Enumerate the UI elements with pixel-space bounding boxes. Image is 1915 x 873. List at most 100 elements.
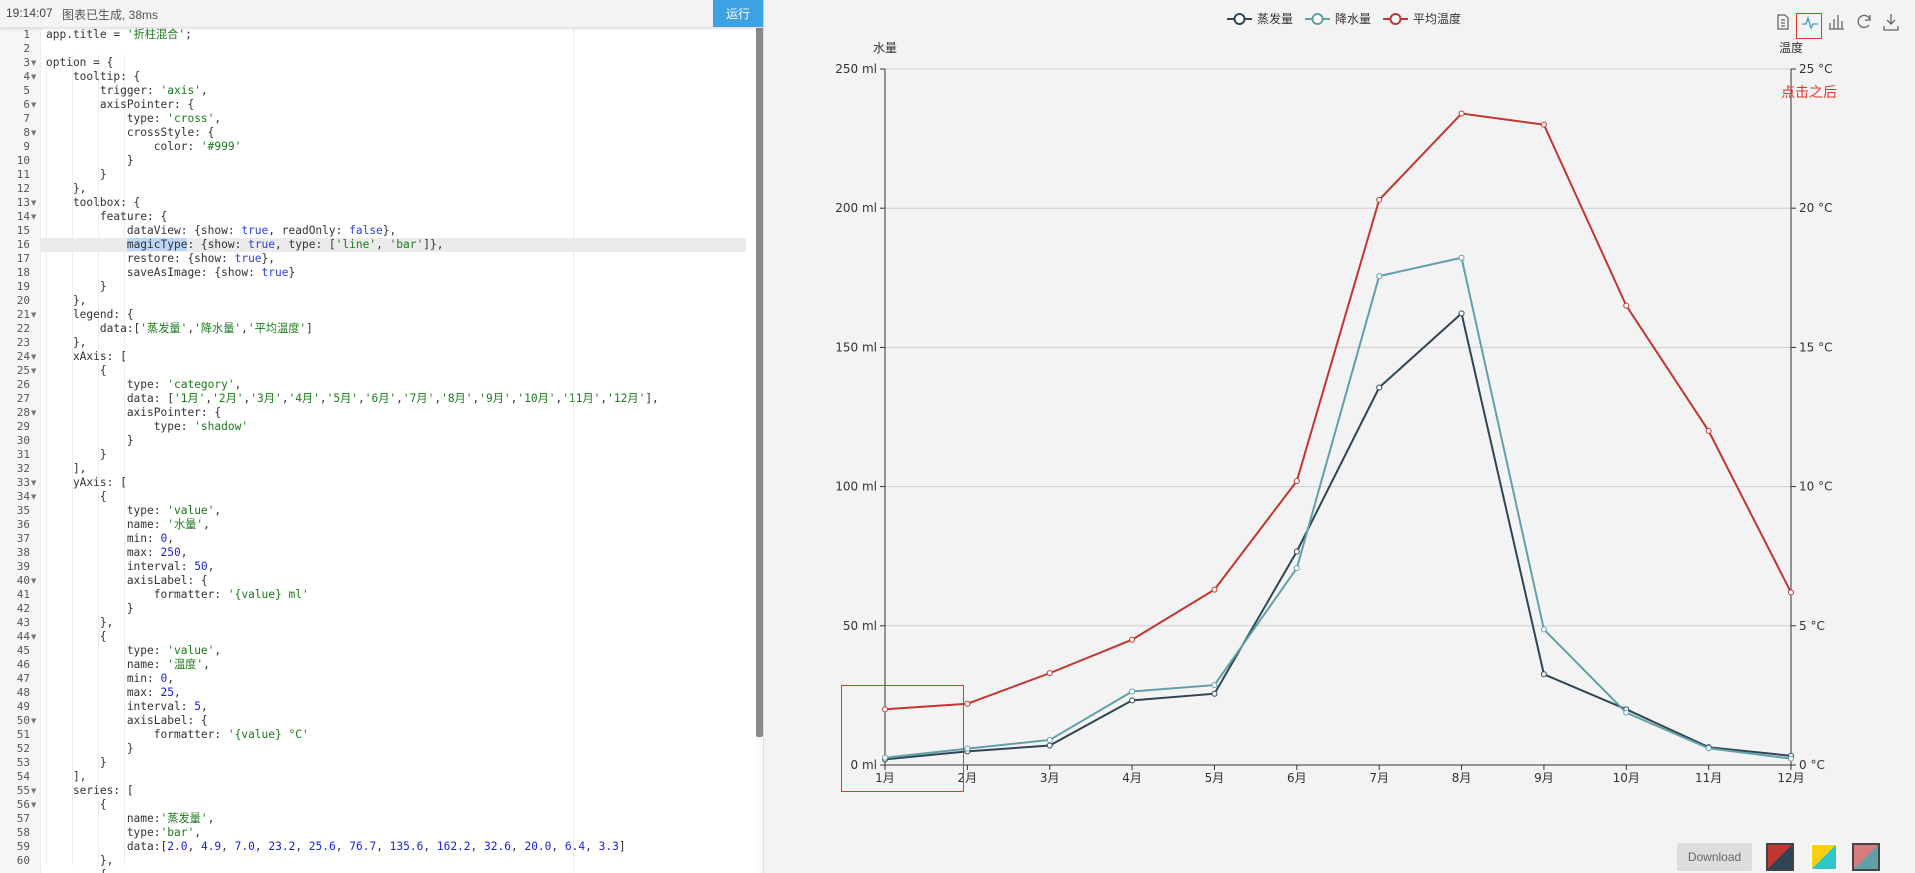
code-line: },	[46, 294, 87, 307]
magic-bar-icon[interactable]	[1829, 15, 1844, 30]
fold-toggle-icon[interactable]: ▼	[31, 574, 39, 588]
line-number: 17	[16, 252, 30, 265]
line-number: 45	[16, 644, 30, 657]
code-line: max: 250,	[46, 546, 188, 559]
save-as-image-icon[interactable]	[1883, 14, 1899, 31]
series-point[interactable]	[1129, 636, 1136, 643]
series-point[interactable]	[1211, 682, 1218, 689]
fold-toggle-icon[interactable]: ▼	[31, 364, 39, 378]
fold-toggle-icon[interactable]: ▼	[31, 126, 39, 140]
code-line: type: 'cross',	[46, 112, 222, 125]
line-number: 19	[16, 280, 30, 293]
legend-marker-icon[interactable]	[1311, 13, 1324, 25]
status-bar: 19:14:07 图表已生成, 38ms 运行	[0, 0, 763, 28]
fold-toggle-icon[interactable]: ▼	[31, 714, 39, 728]
fold-toggle-icon[interactable]: ▼	[31, 784, 39, 798]
series-point[interactable]	[1129, 697, 1136, 704]
line-number: 49	[16, 700, 30, 713]
series-point[interactable]	[1540, 671, 1547, 678]
legend-item-3: 平均温度	[1413, 11, 1461, 26]
x-tick-label: 6月	[1287, 771, 1307, 785]
series-point[interactable]	[1293, 565, 1300, 572]
line-number: 25	[16, 364, 30, 377]
series-point[interactable]	[1046, 670, 1053, 677]
fold-toggle-icon[interactable]: ▼	[31, 798, 39, 812]
series-point[interactable]	[1458, 254, 1465, 261]
x-tick-label: 9月	[1534, 771, 1554, 785]
code-line: }	[46, 434, 134, 447]
line-number: 41	[16, 588, 30, 601]
series-point[interactable]	[1623, 709, 1630, 716]
series-point[interactable]	[1211, 690, 1218, 697]
code-line: axisLabel: {	[46, 714, 208, 727]
line-number: 5	[23, 84, 30, 97]
line-number: 35	[16, 504, 30, 517]
x-tick-label: 4月	[1122, 771, 1142, 785]
series-point[interactable]	[1376, 273, 1383, 280]
x-tick-label: 8月	[1452, 771, 1472, 785]
fold-toggle-icon[interactable]: ▼	[31, 350, 39, 364]
code-line: color: '#999'	[46, 140, 242, 153]
after-click-annotation: 点击之后	[1781, 85, 1837, 101]
line-number: 33	[16, 476, 30, 489]
series-point[interactable]	[1046, 742, 1053, 749]
series-point[interactable]	[1623, 302, 1630, 309]
series-point[interactable]	[1376, 196, 1383, 203]
theme-swatch-2[interactable]	[1810, 843, 1838, 871]
series-point[interactable]	[1046, 736, 1053, 743]
y-left-tick-label: 50 ml	[843, 619, 877, 633]
legend-marker-icon[interactable]	[1233, 13, 1246, 25]
series-point[interactable]	[964, 745, 971, 752]
series-point[interactable]	[964, 700, 971, 707]
fold-toggle-icon[interactable]: ▼	[31, 476, 39, 490]
line-number: 23	[16, 336, 30, 349]
y-right-axis-name: 温度	[1779, 40, 1803, 55]
fold-toggle-icon[interactable]: ▼	[31, 196, 39, 210]
series-point[interactable]	[1788, 755, 1794, 762]
legend-marker-icon[interactable]	[1389, 13, 1402, 25]
series-point[interactable]	[1705, 427, 1712, 434]
y-left-axis-name: 水量	[873, 41, 897, 55]
fold-toggle-icon[interactable]: ▼	[31, 406, 39, 420]
line-number: 29	[16, 420, 30, 433]
x-tick-label: 10月	[1613, 771, 1640, 785]
series-point[interactable]	[1788, 589, 1794, 596]
series-point[interactable]	[1376, 384, 1383, 391]
fold-toggle-icon[interactable]: ▼	[31, 98, 39, 112]
y-right-tick-label: 15 °C	[1799, 340, 1832, 354]
restore-icon[interactable]	[1857, 14, 1871, 29]
run-button[interactable]: 运行	[713, 0, 763, 27]
fold-toggle-icon[interactable]: ▼	[31, 70, 39, 84]
y-left-tick-label: 250 ml	[835, 62, 877, 76]
code-editor[interactable]: app.title = '折柱混合'; option = { tooltip: {…	[41, 27, 755, 873]
series-point[interactable]	[1540, 626, 1547, 633]
fold-toggle-icon[interactable]: ▼	[31, 490, 39, 504]
line-number: 15	[16, 224, 30, 237]
series-point[interactable]	[1129, 688, 1136, 695]
series-point[interactable]	[1293, 478, 1300, 485]
line-number: 10	[16, 154, 30, 167]
line-number: 37	[16, 532, 30, 545]
series-point[interactable]	[1705, 745, 1712, 752]
series-point[interactable]	[1540, 121, 1547, 128]
editor-scroll-thumb[interactable]	[756, 27, 763, 737]
series-point[interactable]	[1293, 548, 1300, 555]
series-point[interactable]	[1211, 586, 1218, 593]
fold-toggle-icon[interactable]: ▼	[31, 56, 39, 70]
theme-swatch-3[interactable]	[1852, 843, 1880, 871]
series-point[interactable]	[1458, 110, 1465, 117]
y-left-tick-label: 100 ml	[835, 480, 877, 494]
series-point[interactable]	[1458, 310, 1465, 317]
download-button[interactable]: Download	[1677, 843, 1752, 871]
data-view-icon[interactable]	[1777, 14, 1789, 30]
fold-toggle-icon[interactable]: ▼	[31, 630, 39, 644]
fold-toggle-icon[interactable]: ▼	[31, 308, 39, 322]
line-number: 34	[16, 490, 30, 503]
theme-swatch-1[interactable]	[1766, 843, 1794, 871]
code-line: type: 'category',	[46, 378, 242, 391]
code-line: magicType: {show: true, type: ['line', '…	[126, 238, 444, 251]
xaxis-highlight-box	[841, 685, 964, 792]
code-line: {	[46, 364, 107, 377]
editor-scrollbar[interactable]	[756, 27, 763, 873]
fold-toggle-icon[interactable]: ▼	[31, 210, 39, 224]
